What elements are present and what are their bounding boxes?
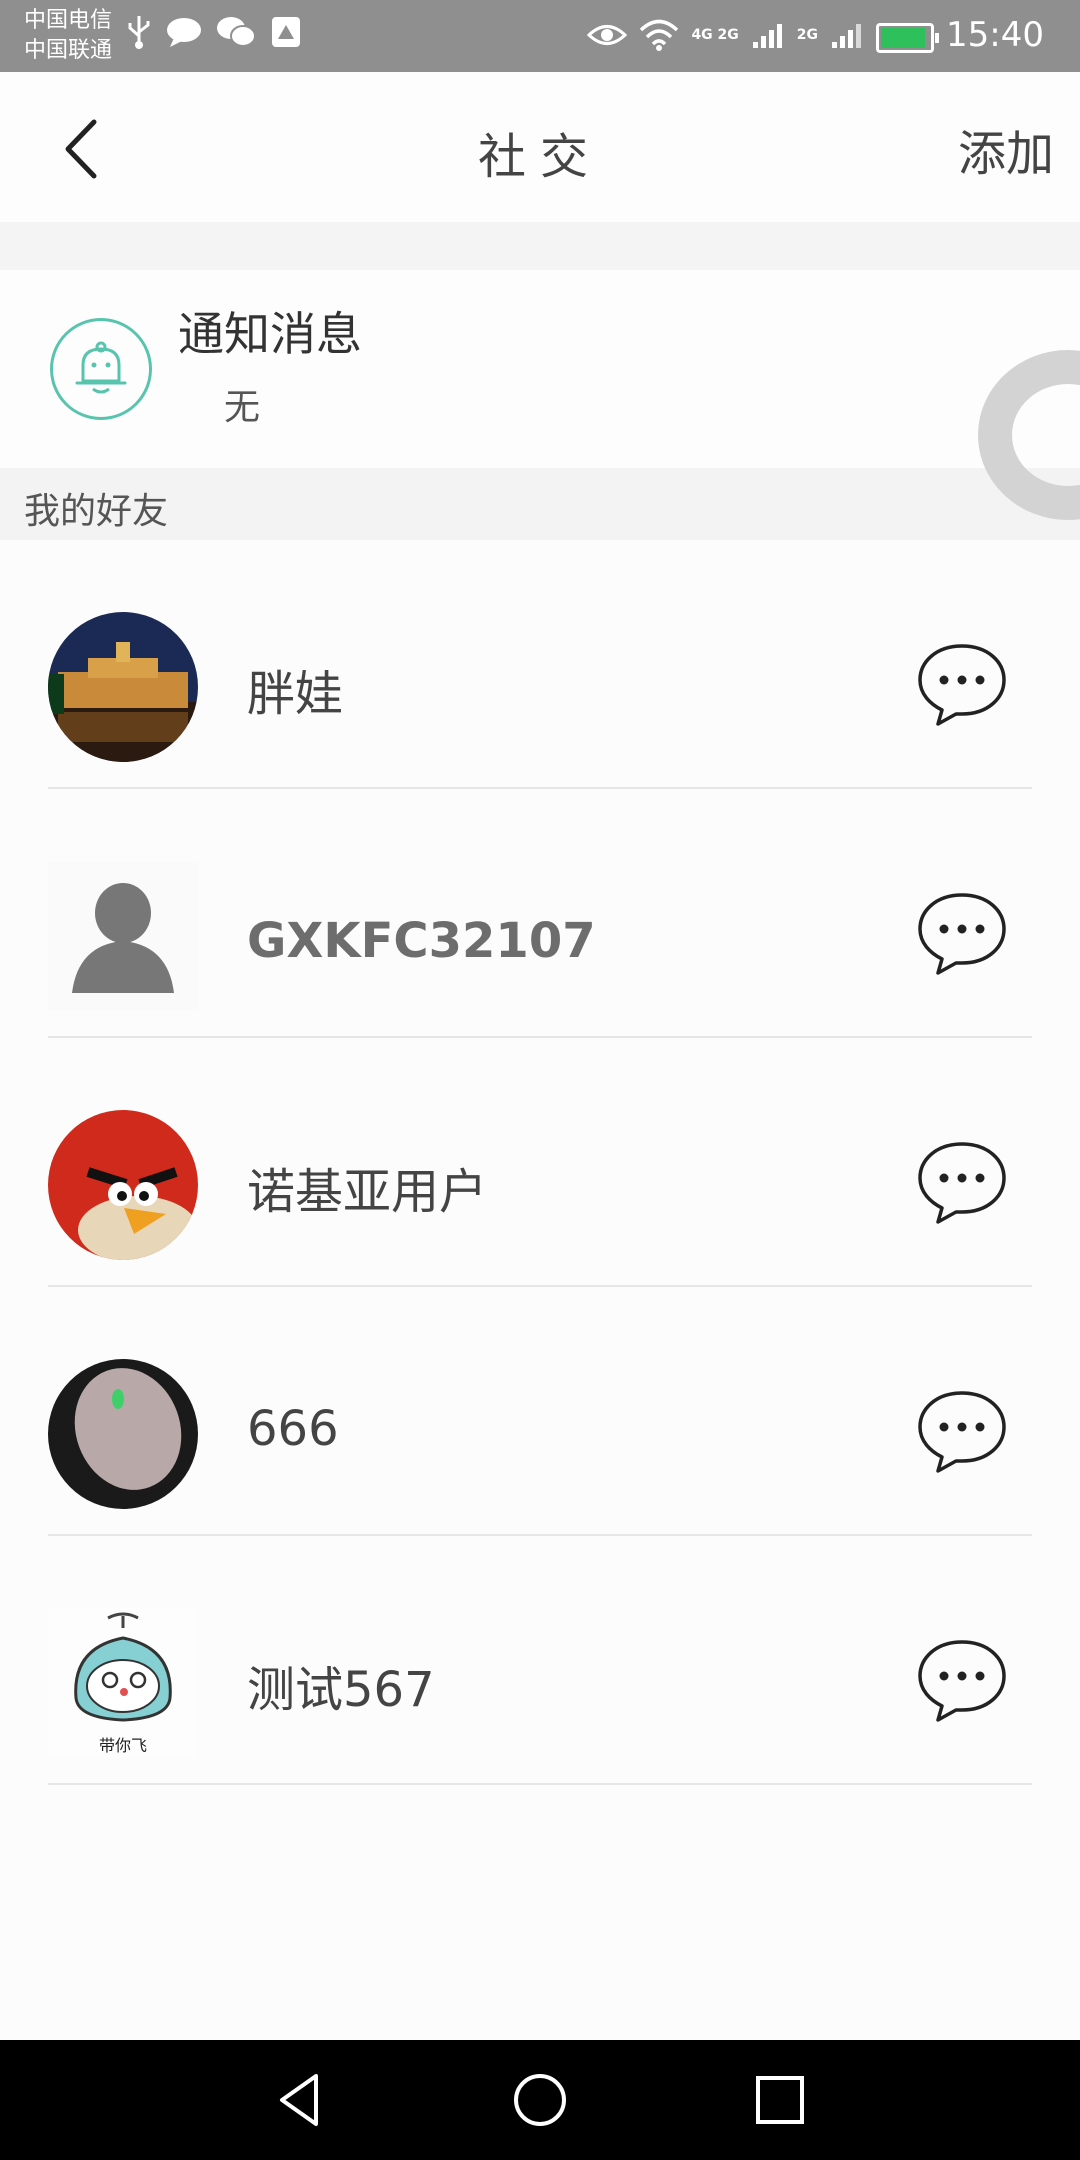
chat-button[interactable] bbox=[914, 1636, 1010, 1726]
friend-list: 胖娃 GXKFC32107 诺基亚用户 666 带你飞 测试567 bbox=[0, 540, 1080, 1785]
carrier-labels: 中国电信 中国联通 bbox=[24, 6, 112, 66]
chat-bubble-icon bbox=[918, 1142, 1006, 1224]
back-triangle-icon bbox=[280, 2074, 318, 2126]
notification-row[interactable]: 通知消息 无 bbox=[0, 270, 1080, 468]
friend-name: 测试567 bbox=[247, 1662, 435, 1718]
friend-name: 诺基亚用户 bbox=[247, 1164, 488, 1220]
chat-bubble-icon bbox=[918, 1640, 1006, 1722]
app-icon bbox=[272, 17, 300, 47]
avatar[interactable] bbox=[48, 612, 198, 762]
chat-bubble-icon bbox=[918, 1391, 1006, 1473]
notification-subtitle: 无 bbox=[224, 387, 261, 428]
page-title: 社交 bbox=[477, 129, 602, 185]
nav-home-button[interactable] bbox=[504, 2064, 576, 2136]
recents-square-icon bbox=[756, 2076, 804, 2124]
divider-band bbox=[0, 222, 1080, 270]
carrier-2: 中国联通 bbox=[24, 38, 113, 63]
avatar-caption: 带你飞 bbox=[98, 1736, 147, 1755]
signal-icon-2 bbox=[832, 24, 862, 48]
clock: 15:40 bbox=[946, 15, 1044, 55]
signal-icon bbox=[752, 24, 782, 48]
wechat-icon bbox=[217, 17, 256, 47]
avatar[interactable]: 带你飞 bbox=[48, 1608, 198, 1758]
chat-button[interactable] bbox=[914, 1387, 1010, 1477]
friend-row[interactable]: 带你飞 测试567 bbox=[0, 1536, 1080, 1785]
friends-section-title: 我的好友 bbox=[24, 491, 169, 532]
avatar[interactable] bbox=[48, 861, 198, 1011]
chat-bubble-icon bbox=[918, 644, 1006, 726]
chat-bubble-icon bbox=[918, 893, 1006, 975]
friend-name: GXKFC32107 bbox=[247, 913, 596, 969]
bell-icon bbox=[50, 318, 152, 420]
notification-title: 通知消息 bbox=[178, 307, 362, 361]
avatar[interactable] bbox=[48, 1110, 198, 1260]
eye-icon bbox=[587, 25, 628, 45]
carrier-1: 中国电信 bbox=[24, 8, 113, 33]
add-button[interactable]: 添加 bbox=[958, 114, 1054, 184]
nav-back-button[interactable] bbox=[264, 2064, 336, 2136]
friend-row[interactable]: GXKFC32107 bbox=[0, 789, 1080, 1038]
home-circle-icon bbox=[514, 2074, 566, 2126]
network-type-label-2: 2G bbox=[796, 27, 819, 43]
friend-name: 666 bbox=[247, 1401, 339, 1457]
system-nav-bar bbox=[0, 2040, 1080, 2160]
header-bar: 社交 添加 bbox=[0, 72, 1080, 222]
usb-icon bbox=[128, 16, 150, 49]
status-bar: 中国电信 中国联通 4G 2G 2G 15:40 bbox=[0, 0, 1080, 72]
friend-row[interactable]: 胖娃 bbox=[0, 540, 1080, 789]
friend-row[interactable]: 666 bbox=[0, 1287, 1080, 1536]
friend-name: 胖娃 bbox=[247, 666, 344, 722]
avatar[interactable] bbox=[48, 1359, 198, 1509]
message-icon bbox=[167, 18, 201, 47]
chat-button[interactable] bbox=[914, 640, 1010, 730]
wifi-icon bbox=[640, 19, 679, 51]
friend-row[interactable]: 诺基亚用户 bbox=[0, 1038, 1080, 1287]
friends-section-header: 我的好友 bbox=[0, 468, 1080, 540]
chat-button[interactable] bbox=[914, 1138, 1010, 1228]
chat-button[interactable] bbox=[914, 889, 1010, 979]
network-type-label: 4G 2G bbox=[691, 27, 739, 43]
battery-icon bbox=[876, 23, 940, 53]
nav-recents-button[interactable] bbox=[744, 2064, 816, 2136]
